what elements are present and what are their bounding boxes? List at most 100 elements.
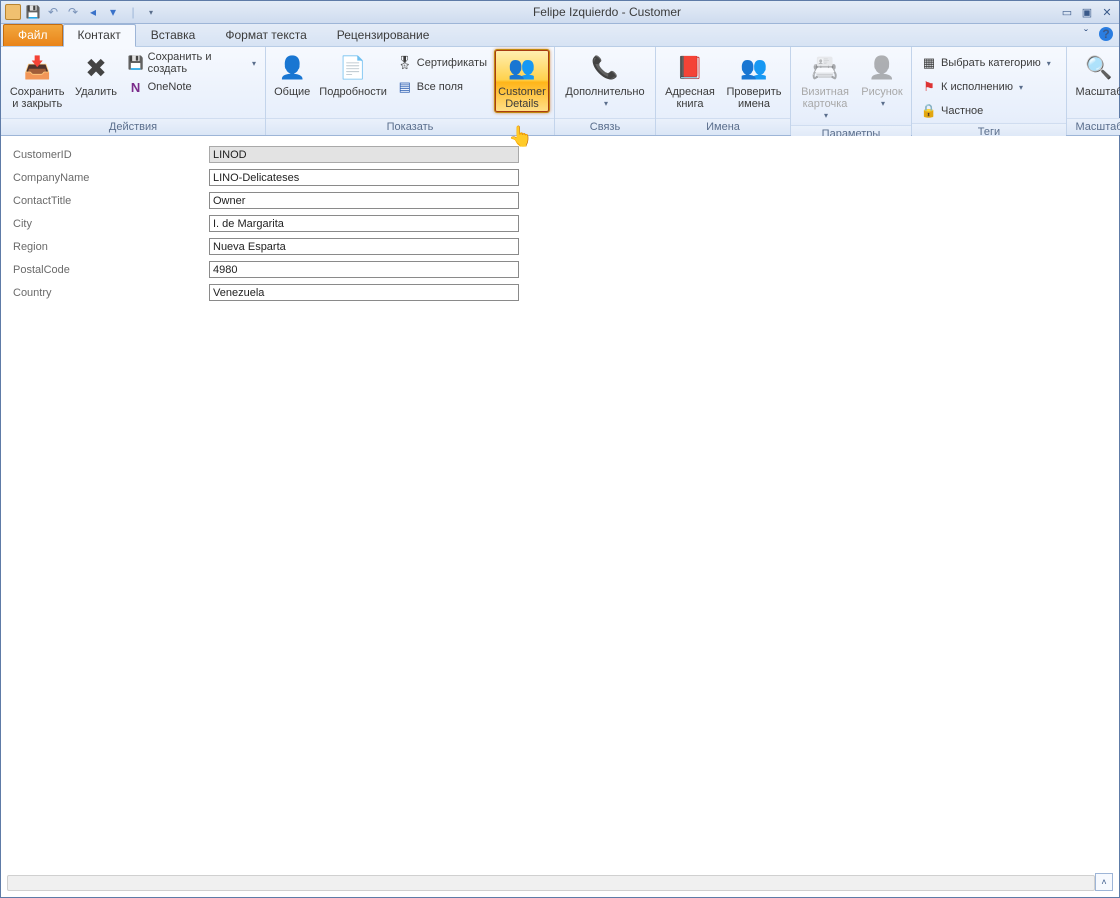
zoom-label: Масштаб	[1075, 86, 1120, 98]
undo-icon[interactable]: ↶	[45, 4, 61, 20]
form-row: PostalCode4980	[13, 261, 1107, 278]
tab-insert[interactable]: Вставка	[136, 24, 211, 46]
app-window: 💾 ↶ ↷ ◂ ▾ | Felipe Izquierdo - Customer …	[0, 0, 1120, 898]
expand-collapse-icon[interactable]: ˄	[1095, 873, 1113, 891]
onenote-icon: N	[128, 79, 144, 95]
business-card-button[interactable]: 📇 Визитная карточка	[795, 49, 855, 125]
select-category-button[interactable]: ▦ Выбрать категорию	[916, 51, 1056, 75]
group-names: 📕 Адресная книга 👥 Проверить имена Имена	[656, 47, 791, 135]
close-icon[interactable]: ✕	[1099, 5, 1115, 19]
flag-icon: ⚑	[921, 79, 937, 95]
group-zoom-label: Масштаб	[1067, 118, 1120, 135]
check-names-button[interactable]: 👥 Проверить имена	[722, 49, 786, 113]
form-label: CustomerID	[13, 149, 209, 161]
delete-button[interactable]: ✖ Удалить	[71, 49, 120, 101]
lock-icon: 🔒	[921, 103, 937, 119]
form-label: CompanyName	[13, 172, 209, 184]
help-icon[interactable]: ?	[1099, 27, 1113, 41]
form-label: City	[13, 218, 209, 230]
category-icon: ▦	[921, 55, 937, 71]
redo-icon[interactable]: ↷	[65, 4, 81, 20]
window-buttons: ▭ ▣ ✕	[1059, 5, 1115, 19]
group-show-label: Показать	[266, 118, 554, 135]
certificates-icon: 🎖	[397, 55, 413, 71]
save-and-close-button[interactable]: 📥 Сохранить и закрыть	[5, 49, 69, 113]
zoom-icon: 🔍	[1083, 52, 1115, 84]
delete-icon: ✖	[80, 52, 112, 84]
group-communication-label: Связь	[555, 118, 655, 135]
address-book-label: Адресная книга	[661, 86, 719, 110]
group-tags: ▦ Выбрать категорию ⚑ К исполнению 🔒 Час…	[912, 47, 1067, 135]
picture-label: Рисунок	[861, 86, 903, 98]
tab-review[interactable]: Рецензирование	[322, 24, 445, 46]
qat-customize-icon[interactable]	[145, 4, 155, 20]
group-parameters: 📇 Визитная карточка 👤 Рисунок Параметры	[791, 47, 912, 135]
next-icon[interactable]: ▾	[105, 4, 121, 20]
maximize-icon[interactable]: ▣	[1079, 5, 1095, 19]
private-button[interactable]: 🔒 Частное	[916, 99, 1056, 123]
more-icon: 📞	[589, 52, 621, 84]
picture-button[interactable]: 👤 Рисунок	[857, 49, 907, 113]
save-and-close-label: Сохранить и закрыть	[6, 86, 68, 110]
form-label: Region	[13, 241, 209, 253]
general-icon: 👤	[276, 52, 308, 84]
qat-separator: |	[125, 4, 141, 20]
save-icon[interactable]: 💾	[25, 4, 41, 20]
check-names-label: Проверить имена	[723, 86, 785, 110]
form-input-city[interactable]: I. de Margarita	[209, 215, 519, 232]
private-label: Частное	[941, 105, 983, 117]
ribbon-collapse-icon[interactable]: ˇ	[1079, 27, 1093, 41]
form-label: PostalCode	[13, 264, 209, 276]
form-input-postalcode[interactable]: 4980	[209, 261, 519, 278]
horizontal-scrollbar[interactable]	[7, 875, 1095, 891]
form-row: CustomerIDLINOD	[13, 146, 1107, 163]
check-names-icon: 👥	[738, 52, 770, 84]
form-row: CountryVenezuela	[13, 284, 1107, 301]
all-fields-label: Все поля	[417, 81, 463, 93]
customer-details-button[interactable]: 👥 Customer Details	[494, 49, 550, 113]
form-input-customerid: LINOD	[209, 146, 519, 163]
onenote-button[interactable]: N OneNote	[123, 75, 261, 99]
form-row: CityI. de Margarita	[13, 215, 1107, 232]
prev-icon[interactable]: ◂	[85, 4, 101, 20]
business-card-icon: 📇	[809, 52, 841, 84]
form-row: RegionNueva Esparta	[13, 238, 1107, 255]
all-fields-button[interactable]: ▤ Все поля	[392, 75, 492, 99]
save-and-create-icon: 💾	[128, 55, 144, 71]
general-button[interactable]: 👤 Общие	[270, 49, 314, 101]
form-input-country[interactable]: Venezuela	[209, 284, 519, 301]
certificates-label: Сертификаты	[417, 57, 487, 69]
form-input-contacttitle[interactable]: Owner	[209, 192, 519, 209]
details-label: Подробности	[319, 86, 387, 98]
tab-contact[interactable]: Контакт	[63, 24, 136, 47]
group-names-label: Имена	[656, 118, 790, 135]
certificates-button[interactable]: 🎖 Сертификаты	[392, 51, 492, 75]
all-fields-icon: ▤	[397, 79, 413, 95]
follow-up-button[interactable]: ⚑ К исполнению	[916, 75, 1056, 99]
more-button[interactable]: 📞 Дополнительно	[559, 49, 651, 113]
window-title: Felipe Izquierdo - Customer	[155, 5, 1059, 19]
tab-format-text[interactable]: Формат текста	[210, 24, 321, 46]
zoom-button[interactable]: 🔍 Масштаб	[1071, 49, 1120, 101]
details-icon: 📄	[337, 52, 369, 84]
address-book-icon: 📕	[674, 52, 706, 84]
titlebar: 💾 ↶ ↷ ◂ ▾ | Felipe Izquierdo - Customer …	[1, 1, 1119, 24]
save-and-create-button[interactable]: 💾 Сохранить и создать	[123, 51, 261, 75]
group-show: 👤 Общие 📄 Подробности 🎖 Сертификаты ▤ Вс…	[266, 47, 555, 135]
tab-file[interactable]: Файл	[3, 24, 63, 46]
details-button[interactable]: 📄 Подробности	[316, 49, 389, 101]
customer-details-icon: 👥	[506, 52, 538, 84]
customer-details-label: Customer Details	[495, 86, 549, 110]
address-book-button[interactable]: 📕 Адресная книга	[660, 49, 720, 113]
onenote-label: OneNote	[148, 81, 192, 93]
form-label: ContactTitle	[13, 195, 209, 207]
form-input-region[interactable]: Nueva Esparta	[209, 238, 519, 255]
select-category-label: Выбрать категорию	[941, 57, 1041, 69]
minimize-icon[interactable]: ▭	[1059, 5, 1075, 19]
general-label: Общие	[274, 86, 310, 98]
group-actions-label: Действия	[1, 118, 265, 135]
ribbon-tabs: Файл Контакт Вставка Формат текста Рецен…	[1, 24, 1119, 47]
form-row: ContactTitleOwner	[13, 192, 1107, 209]
business-card-label: Визитная карточка	[796, 86, 854, 110]
form-input-companyname[interactable]: LINO-Delicateses	[209, 169, 519, 186]
